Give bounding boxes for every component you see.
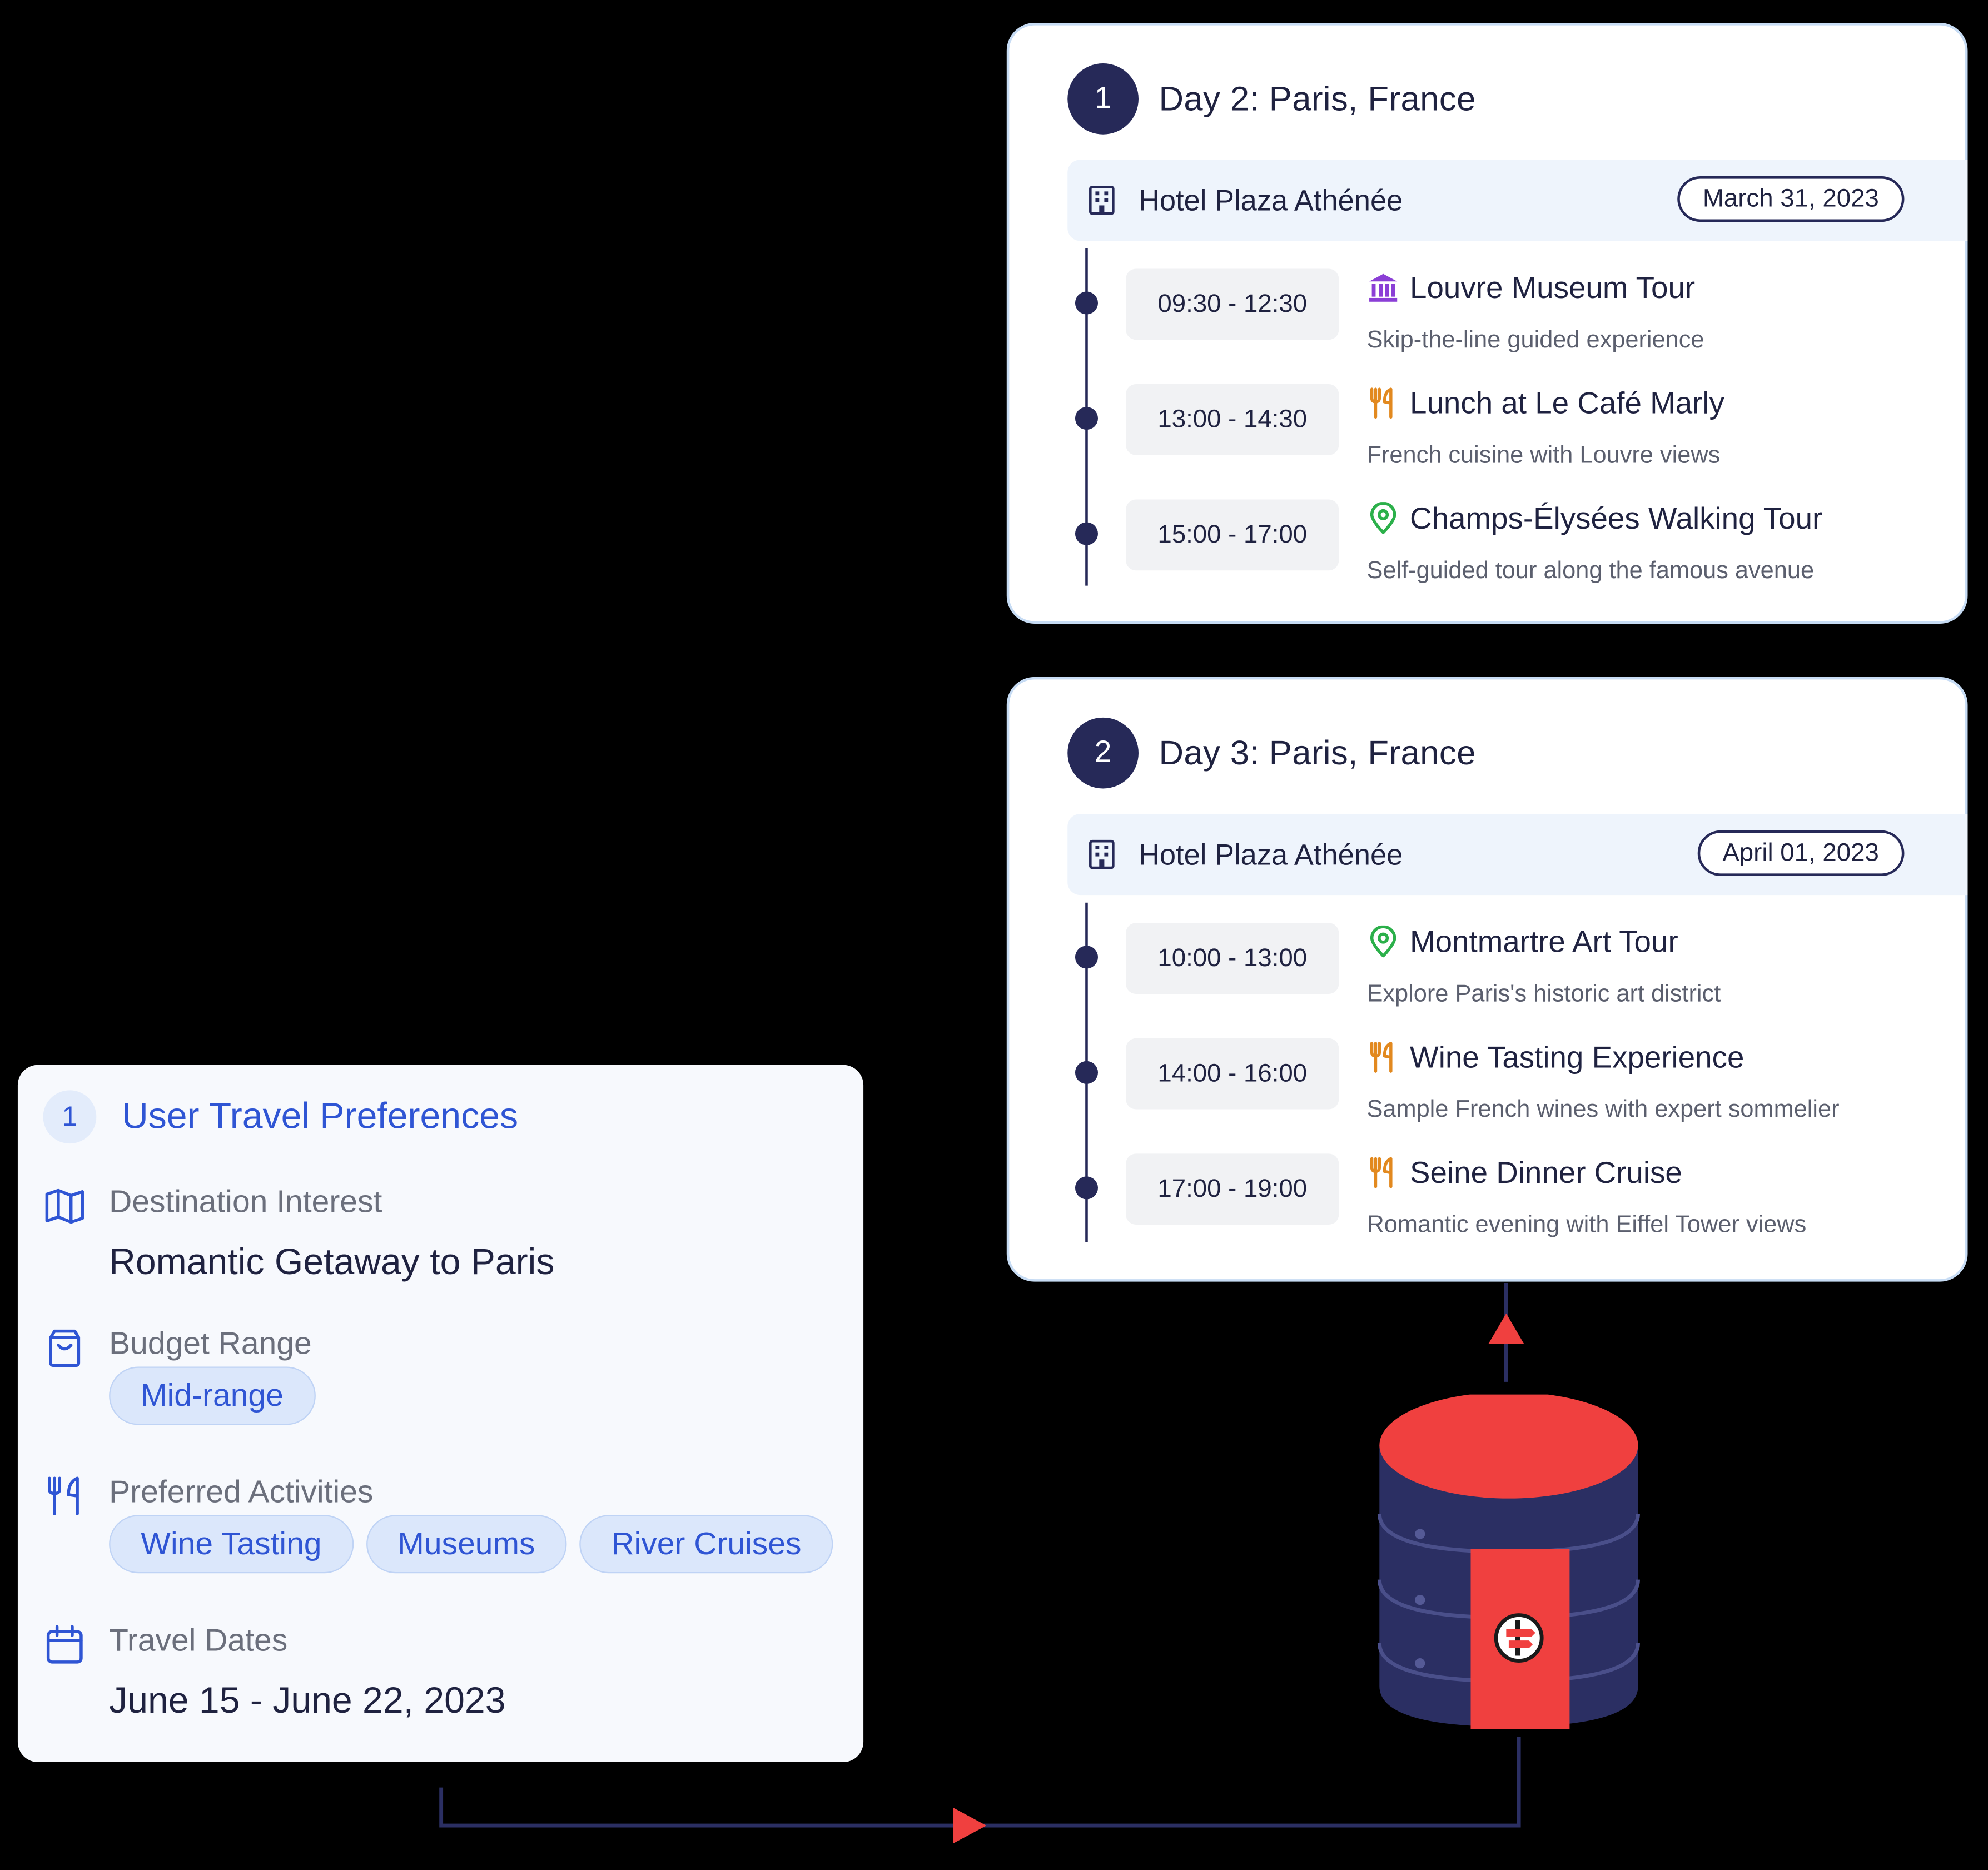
timeline-dot — [1075, 407, 1098, 430]
timeline-dot — [1075, 946, 1098, 969]
arrow-right-icon — [953, 1808, 987, 1843]
day-header: 1 Day 2: Paris, France — [1067, 63, 1476, 135]
budget-row: Budget Range Mid-range — [43, 1326, 855, 1440]
activity-item: 10:00 - 13:00 Montmartre Art Tour Explor… — [1067, 923, 1955, 1038]
activity-title: Montmartre Art Tour — [1410, 925, 1678, 960]
activity-description: Romantic evening with Eiffel Tower views — [1366, 1212, 1807, 1239]
shopping-bag-icon — [43, 1326, 87, 1370]
fork-knife-icon — [1366, 387, 1399, 420]
activity-description: Explore Paris's historic art district — [1366, 981, 1721, 1008]
destination-value: Romantic Getaway to Paris — [109, 1242, 555, 1283]
signpost-logo-icon — [1494, 1613, 1544, 1663]
hotel-name: Hotel Plaza Athénée — [1138, 183, 1403, 216]
budget-label: Budget Range — [109, 1326, 312, 1362]
fork-knife-icon — [1366, 1156, 1399, 1189]
activities-row: Preferred Activities Wine Tasting Museum… — [43, 1474, 855, 1588]
calendar-icon — [43, 1623, 87, 1666]
map-icon — [43, 1184, 87, 1227]
hotel-bar: Hotel Plaza Athénée March 31, 2023 — [1067, 160, 1968, 241]
activity-description: French cuisine with Louvre views — [1366, 442, 1721, 469]
day-number-badge: 2 — [1067, 717, 1139, 789]
activity-title: Champs-Élysées Walking Tour — [1410, 502, 1823, 536]
map-pin-icon — [1366, 925, 1399, 958]
step-number-badge: 1 — [43, 1090, 97, 1144]
hotel-bar: Hotel Plaza Athénée April 01, 2023 — [1067, 814, 1968, 896]
time-slot: 09:30 - 12:30 — [1126, 268, 1339, 340]
day-title: Day 3: Paris, France — [1159, 733, 1476, 772]
timeline-dot — [1075, 291, 1098, 315]
dates-row: Travel Dates June 15 - June 22, 2023 — [43, 1623, 855, 1737]
day-number-badge: 1 — [1067, 63, 1139, 135]
timeline-dot — [1075, 1061, 1098, 1084]
activity-description: Skip-the-line guided experience — [1366, 327, 1704, 354]
time-slot: 13:00 - 14:30 — [1126, 384, 1339, 455]
database-icon — [1377, 1394, 1640, 1729]
preferences-header: 1 User Travel Preferences — [43, 1090, 519, 1144]
destination-label: Destination Interest — [109, 1184, 382, 1220]
building-icon — [1088, 839, 1116, 870]
day-card-1: 1 Day 2: Paris, France Hotel Plaza Athén… — [1006, 23, 1968, 624]
budget-tags: Mid-range — [109, 1366, 315, 1425]
activity-title: Wine Tasting Experience — [1410, 1041, 1745, 1075]
activity-item: 15:00 - 17:00 Champs-Élysées Walking Tou… — [1067, 499, 1955, 615]
building-icon — [1088, 185, 1116, 216]
activity-item: 13:00 - 14:30 Lunch at Le Café Marly Fre… — [1067, 384, 1955, 500]
time-slot: 15:00 - 17:00 — [1126, 499, 1339, 571]
destination-row: Destination Interest Romantic Getaway to… — [43, 1184, 855, 1285]
activity-description: Sample French wines with expert sommelie… — [1366, 1096, 1840, 1123]
dates-value: June 15 - June 22, 2023 — [109, 1681, 506, 1722]
day-card-2: 2 Day 3: Paris, France Hotel Plaza Athén… — [1006, 677, 1968, 1282]
activity-title: Lunch at Le Café Marly — [1410, 386, 1724, 421]
day-header: 2 Day 3: Paris, France — [1067, 717, 1476, 789]
fork-knife-icon — [43, 1474, 87, 1518]
museum-icon — [1366, 271, 1399, 304]
activity-item: 17:00 - 19:00 Seine Dinner Cruise Romant… — [1067, 1153, 1955, 1269]
fork-knife-icon — [1366, 1041, 1399, 1073]
activity-tag: Wine Tasting — [109, 1515, 354, 1574]
time-slot: 10:00 - 13:00 — [1126, 923, 1339, 994]
diagram-stage: 1 Day 2: Paris, France Hotel Plaza Athén… — [0, 0, 1988, 1870]
day-title: Day 2: Paris, France — [1159, 79, 1476, 117]
hotel-name: Hotel Plaza Athénée — [1138, 837, 1403, 871]
user-preferences-card: 1 User Travel Preferences Destination In… — [17, 1065, 864, 1763]
arrow-up-icon — [1488, 1313, 1524, 1344]
time-slot: 17:00 - 19:00 — [1126, 1153, 1339, 1225]
activity-title: Seine Dinner Cruise — [1410, 1156, 1682, 1191]
time-slot: 14:00 - 16:00 — [1126, 1038, 1339, 1110]
budget-tag: Mid-range — [109, 1366, 315, 1425]
activity-item: 09:30 - 12:30 Louvre Museum Tour Skip-th… — [1067, 268, 1955, 384]
activities-label: Preferred Activities — [109, 1474, 374, 1510]
dates-label: Travel Dates — [109, 1623, 288, 1659]
date-badge: March 31, 2023 — [1677, 176, 1905, 222]
activity-tag: Museums — [366, 1515, 567, 1574]
timeline-dot — [1075, 1176, 1098, 1200]
activity-tags: Wine Tasting Museums River Cruises — [109, 1515, 833, 1574]
activity-item: 14:00 - 16:00 Wine Tasting Experience Sa… — [1067, 1038, 1955, 1154]
activity-title: Louvre Museum Tour — [1410, 271, 1696, 306]
timeline-dot — [1075, 522, 1098, 545]
activity-tag: River Cruises — [579, 1515, 833, 1574]
preferences-title: User Travel Preferences — [121, 1096, 519, 1137]
map-pin-icon — [1366, 502, 1399, 535]
diagram-canvas: 1 Day 2: Paris, France Hotel Plaza Athén… — [0, 0, 1988, 1870]
date-badge: April 01, 2023 — [1697, 830, 1905, 876]
activity-description: Self-guided tour along the famous avenue — [1366, 558, 1815, 585]
